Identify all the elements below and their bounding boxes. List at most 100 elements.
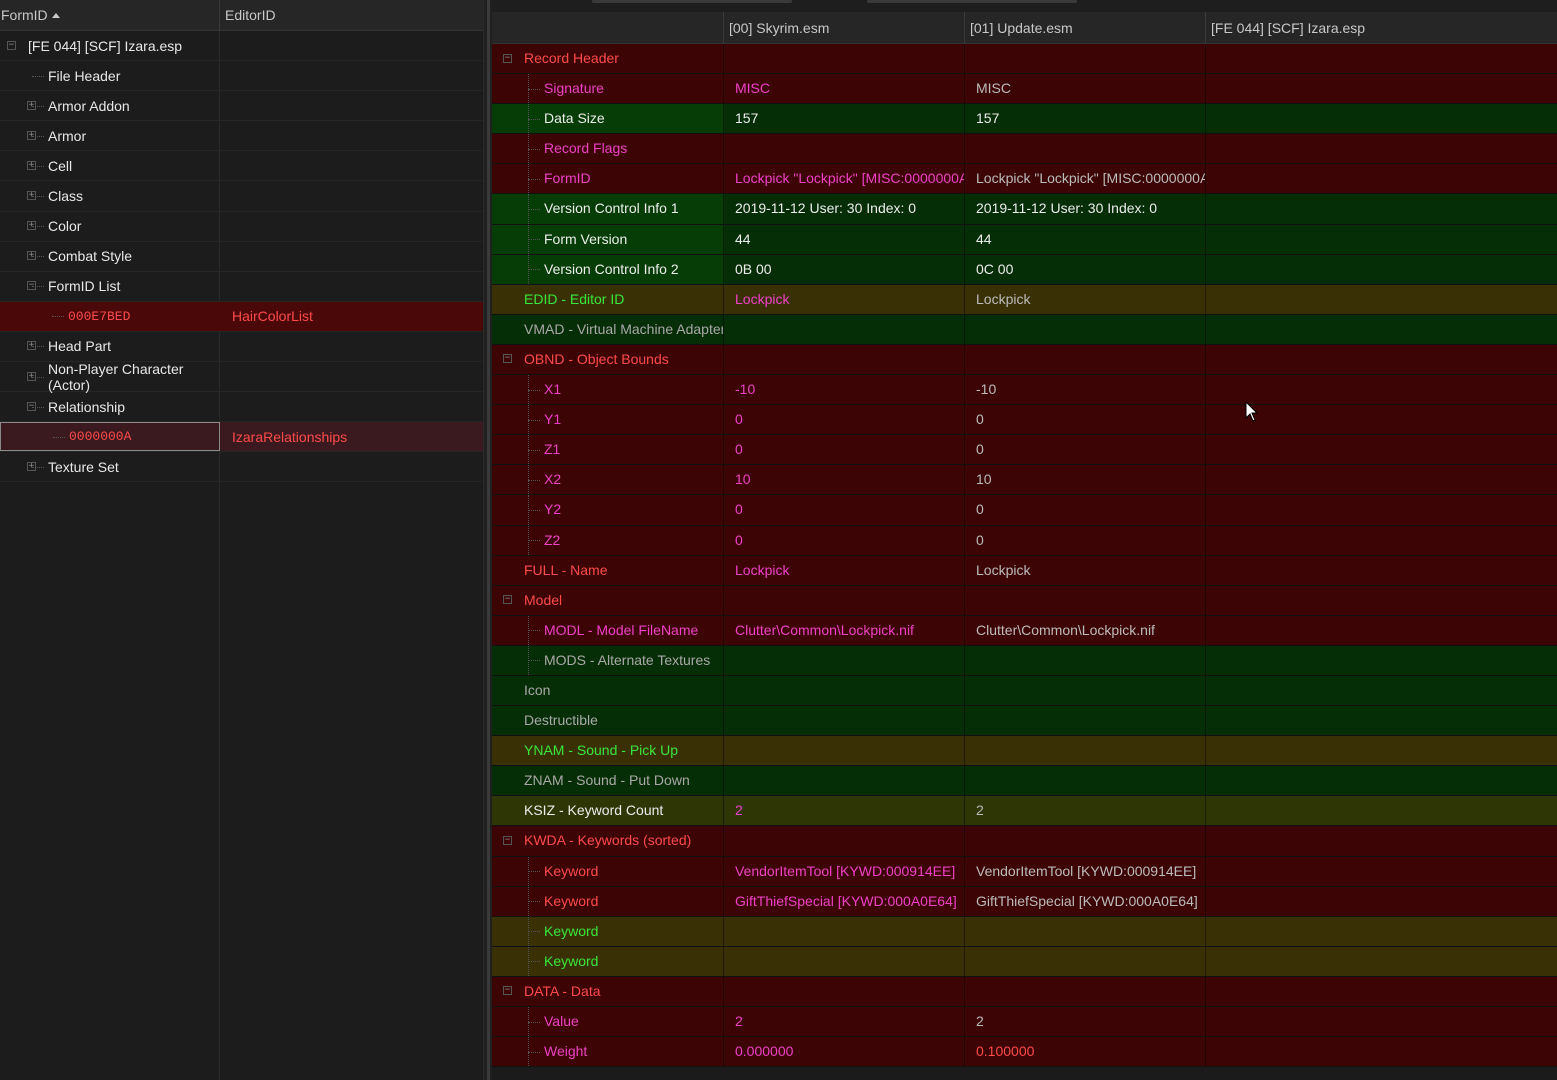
collapse-icon[interactable]: − [503, 354, 512, 364]
record-row[interactable]: Signature MISC MISC [492, 74, 1557, 105]
record-row[interactable]: − Model [492, 585, 1557, 616]
record-row[interactable]: Keyword VendorItemTool [KYWD:000914EE] Ven… [492, 856, 1557, 887]
tree-formid-cell[interactable]: + Armor [0, 121, 220, 150]
update-value-cell[interactable] [965, 946, 1206, 976]
skyrim-value-cell[interactable]: Clutter\Common\Lockpick.nif [724, 615, 965, 645]
izara-value-cell[interactable] [1206, 555, 1557, 585]
record-view-pane[interactable]: [00] Skyrim.esm [01] Update.esm [FE 044]… [492, 0, 1557, 1080]
izara-column-header[interactable]: [FE 044] [SCF] Izara.esp [1206, 12, 1557, 44]
record-label-cell[interactable]: Weight [492, 1037, 724, 1067]
collapse-icon[interactable]: − [503, 986, 512, 996]
skyrim-value-cell[interactable]: 0.000000 [724, 1037, 965, 1067]
view-tab[interactable] [867, 0, 1077, 3]
skyrim-value-cell[interactable] [724, 736, 965, 766]
update-value-cell[interactable]: Lockpick [965, 284, 1206, 314]
tree-row[interactable]: − Relationship [0, 392, 483, 423]
record-row[interactable]: Keyword [492, 916, 1557, 947]
skyrim-value-cell[interactable]: 44 [724, 224, 965, 254]
tree-row[interactable]: + Armor Addon [0, 91, 483, 122]
update-value-cell[interactable]: MISC [965, 74, 1206, 104]
record-label-cell[interactable]: MODL - Model FileName [492, 615, 724, 645]
record-label-cell[interactable]: Value [492, 1007, 724, 1037]
skyrim-value-cell[interactable] [724, 134, 965, 164]
tree-formid-cell[interactable]: + Combat Style [0, 242, 220, 271]
skyrim-column-header[interactable]: [00] Skyrim.esm [724, 12, 965, 44]
record-label-cell[interactable]: MODS - Alternate Textures [492, 645, 724, 675]
tree-row[interactable]: + Texture Set [0, 452, 483, 483]
record-row[interactable]: MODS - Alternate Textures [492, 645, 1557, 676]
expand-icon[interactable]: + [27, 160, 36, 170]
update-value-cell[interactable]: 0 [965, 435, 1206, 465]
record-label-cell[interactable]: FULL - Name [492, 555, 724, 585]
record-row[interactable]: Version Control Info 1 2019-11-12 User: 3… [492, 194, 1557, 225]
skyrim-value-cell[interactable] [724, 585, 965, 615]
update-value-cell[interactable]: 10 [965, 465, 1206, 495]
skyrim-value-cell[interactable] [724, 675, 965, 706]
tree-row[interactable]: − [FE 044] [SCF] Izara.esp [0, 31, 483, 62]
expand-icon[interactable]: + [27, 221, 36, 231]
tree-formid-cell[interactable]: File Header [0, 61, 220, 90]
view-tab[interactable] [592, 0, 792, 3]
record-row[interactable]: FULL - Name Lockpick Lockpick [492, 555, 1557, 586]
izara-value-cell[interactable] [1206, 826, 1557, 856]
izara-value-cell[interactable] [1206, 585, 1557, 615]
record-label-cell[interactable]: − Record Header [492, 44, 724, 74]
izara-value-cell[interactable] [1206, 314, 1557, 344]
skyrim-value-cell[interactable]: 0 [724, 405, 965, 435]
update-value-cell[interactable]: 0 [965, 405, 1206, 435]
tree-formid-cell[interactable]: − [FE 044] [SCF] Izara.esp [0, 31, 220, 60]
record-row[interactable]: − KWDA - Keywords (sorted) [492, 826, 1557, 857]
tree-formid-cell[interactable]: + Texture Set [0, 452, 220, 481]
update-value-cell[interactable]: 0C 00 [965, 254, 1206, 284]
record-row[interactable]: X2 10 10 [492, 465, 1557, 496]
pane-splitter[interactable] [483, 0, 492, 1080]
record-label-cell[interactable]: ZNAM - Sound - Put Down [492, 766, 724, 796]
izara-value-cell[interactable] [1206, 465, 1557, 495]
update-value-cell[interactable] [965, 645, 1206, 675]
record-label-cell[interactable]: EDID - Editor ID [492, 284, 724, 314]
collapse-icon[interactable]: − [503, 835, 512, 845]
skyrim-value-cell[interactable] [724, 645, 965, 675]
update-value-cell[interactable]: 0.100000 [965, 1037, 1206, 1067]
tree-formid-cell[interactable]: 000E7BED [0, 302, 220, 331]
record-label-cell[interactable]: Y1 [492, 405, 724, 435]
record-label-cell[interactable]: Data Size [492, 104, 724, 134]
izara-value-cell[interactable] [1206, 284, 1557, 314]
skyrim-value-cell[interactable] [724, 946, 965, 976]
skyrim-value-cell[interactable]: GiftThiefSpecial [KYWD:000A0E64] [724, 886, 965, 916]
izara-value-cell[interactable] [1206, 916, 1557, 946]
record-row[interactable]: Data Size 157 157 [492, 104, 1557, 135]
tree-row[interactable]: 0000000A IzaraRelationships [0, 422, 483, 453]
skyrim-value-cell[interactable] [724, 44, 965, 74]
update-value-cell[interactable]: 0 [965, 495, 1206, 525]
record-row[interactable]: Z2 0 0 [492, 525, 1557, 556]
record-row[interactable]: VMAD - Virtual Machine Adapter [492, 314, 1557, 345]
collapse-icon[interactable]: − [503, 53, 512, 63]
skyrim-value-cell[interactable]: MISC [724, 74, 965, 104]
record-row[interactable]: Y2 0 0 [492, 495, 1557, 526]
update-value-cell[interactable]: GiftThiefSpecial [KYWD:000A0E64] [965, 886, 1206, 916]
record-row[interactable]: Icon [492, 675, 1557, 707]
record-label-cell[interactable]: VMAD - Virtual Machine Adapter [492, 314, 724, 344]
tree-row[interactable]: + Armor [0, 121, 483, 152]
record-label-cell[interactable]: FormID [492, 164, 724, 194]
izara-value-cell[interactable] [1206, 104, 1557, 134]
tree-formid-cell[interactable]: + Class [0, 181, 220, 210]
izara-value-cell[interactable] [1206, 1037, 1557, 1067]
record-row[interactable]: Form Version 44 44 [492, 224, 1557, 255]
izara-value-cell[interactable] [1206, 615, 1557, 645]
record-row[interactable]: MODL - Model FileName Clutter\Common\Lock… [492, 615, 1557, 646]
tree-formid-cell[interactable]: + Color [0, 212, 220, 241]
record-row[interactable]: Version Control Info 2 0B 00 0C 00 [492, 254, 1557, 285]
record-row[interactable]: − DATA - Data [492, 976, 1557, 1007]
update-value-cell[interactable]: VendorItemTool [KYWD:000914EE] [965, 856, 1206, 886]
record-row[interactable]: Y1 0 0 [492, 405, 1557, 436]
record-label-cell[interactable]: Keyword [492, 916, 724, 946]
expand-icon[interactable]: + [27, 371, 36, 381]
update-value-cell[interactable]: 2 [965, 796, 1206, 826]
update-value-cell[interactable] [965, 134, 1206, 164]
collapse-icon[interactable]: − [27, 401, 36, 411]
update-value-cell[interactable] [965, 675, 1206, 706]
update-value-cell[interactable]: 2019-11-12 User: 30 Index: 0 [965, 194, 1206, 224]
tree-formid-cell[interactable]: + Cell [0, 151, 220, 180]
